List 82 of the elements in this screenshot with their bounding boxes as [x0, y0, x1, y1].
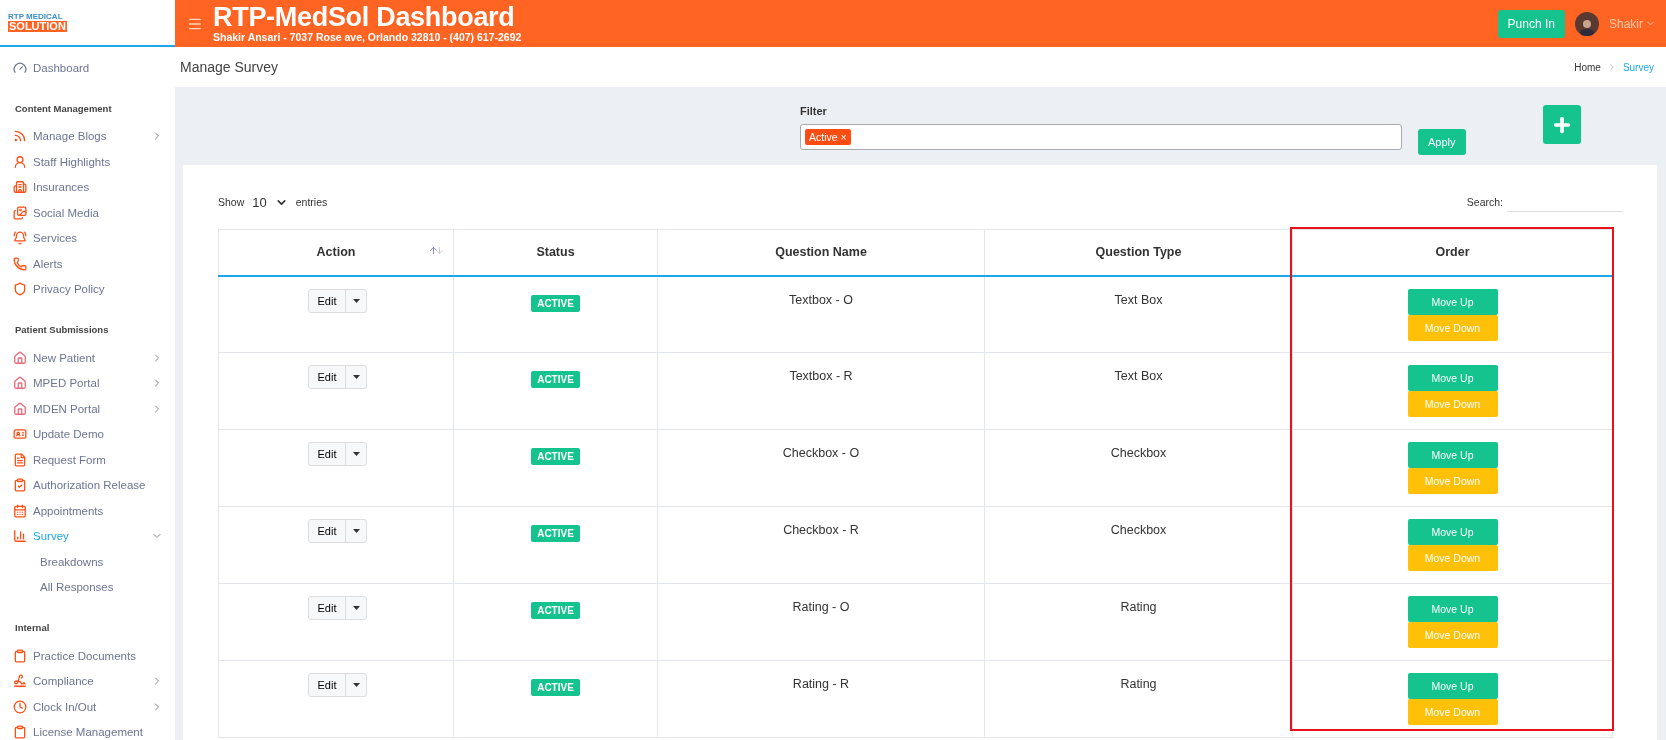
status-badge: ACTIVE — [531, 602, 580, 619]
building-icon — [13, 180, 27, 195]
app-subtitle: Shakir Ansari - 7037 Rose ave, Orlando 32810 - (407) 617-2692 — [213, 31, 523, 43]
table-cell-text: Checkbox - O — [782, 445, 860, 460]
breadcrumb-link[interactable]: Home — [1574, 61, 1601, 73]
submenu-item[interactable]: Breakdowns — [0, 549, 175, 575]
sidebar-item[interactable]: Update Demo — [0, 421, 175, 447]
status-badge: ACTIVE — [531, 525, 580, 542]
sidebar-item[interactable]: Request Form — [0, 447, 175, 473]
clipboard-icon — [13, 648, 27, 663]
sidebar-item[interactable]: Alerts — [0, 251, 175, 277]
table-cell-text: Textbox - R — [789, 368, 853, 383]
table-cell-text: Rating — [1120, 599, 1157, 614]
section-heading: Patient Submissions — [14, 323, 110, 337]
page-title: Manage Survey — [180, 59, 279, 75]
column-header: Question Type — [984, 229, 1293, 276]
sidebar-item[interactable]: Services — [0, 225, 175, 251]
status-badge: ACTIVE — [531, 448, 580, 465]
table-cell-text: Rating - O — [792, 599, 850, 614]
sidebar-item[interactable]: Manage Blogs — [0, 123, 175, 149]
column-header: Order — [1292, 229, 1613, 276]
clock-icon — [13, 699, 27, 714]
submenu-item[interactable]: All Responses — [0, 574, 175, 600]
rss-icon — [13, 129, 27, 144]
id-card-icon — [13, 427, 27, 442]
table-cell-text: Checkbox — [1110, 445, 1167, 460]
table-cell-text: Checkbox — [1110, 522, 1167, 537]
status-badge: ACTIVE — [531, 371, 580, 388]
filter-label: Filter — [800, 105, 828, 117]
house-icon — [13, 401, 27, 416]
column-header: Status — [453, 229, 658, 276]
bell-icon — [13, 231, 27, 246]
avatar[interactable] — [1575, 11, 1599, 36]
gauge-icon — [13, 60, 27, 75]
sidebar-item[interactable]: Privacy Policy — [0, 276, 175, 302]
document-icon — [13, 452, 27, 467]
signature-icon — [13, 674, 27, 689]
section-heading: Internal — [14, 621, 51, 635]
search-label: Search: — [1466, 196, 1503, 208]
sidebar-item[interactable]: Social Media — [0, 200, 175, 226]
sidebar-item[interactable]: Compliance — [0, 668, 175, 694]
sidebar-item[interactable]: Appointments — [0, 498, 175, 524]
status-badge: ACTIVE — [531, 294, 580, 312]
table-cell-text: Textbox - O — [789, 291, 853, 307]
filter-tag[interactable]: Active × — [805, 129, 851, 145]
entries-label: entries — [295, 196, 328, 208]
house-icon — [13, 350, 27, 365]
table-cell-text: Text Box — [1114, 291, 1163, 307]
sidebar-item[interactable]: Dashboard — [0, 55, 175, 81]
sidebar-item[interactable]: Clock In/Out — [0, 694, 175, 720]
sidebar-item[interactable]: MDEN Portal — [0, 396, 175, 422]
section-heading: Content Management — [14, 101, 113, 116]
clipboard-icon — [13, 725, 27, 740]
shield-icon — [13, 282, 27, 297]
status-badge: ACTIVE — [531, 679, 580, 696]
bar-chart-icon — [13, 529, 27, 544]
images-icon — [13, 205, 27, 220]
house-icon — [13, 376, 27, 391]
person-icon — [13, 154, 27, 169]
sidebar-item[interactable]: Staff Highlights — [0, 149, 175, 175]
table-cell-text: Text Box — [1114, 368, 1163, 383]
sidebar-item[interactable]: License Management — [0, 719, 175, 740]
sidebar-item[interactable]: Insurances — [0, 174, 175, 200]
calendar-icon — [13, 503, 27, 518]
clipboard-check-icon — [13, 478, 27, 493]
sidebar-item[interactable]: Authorization Release — [0, 472, 175, 498]
filter-field[interactable]: Active × — [800, 124, 1402, 150]
column-header: Question Name — [657, 229, 985, 276]
table-cell-text: Rating — [1120, 676, 1157, 691]
sidebar-item[interactable]: Survey — [0, 523, 175, 549]
table-cell-text: Rating - R — [792, 676, 850, 691]
phone-icon — [13, 256, 27, 271]
app-title: RTP-MedSol Dashboard — [213, 4, 516, 31]
breadcrumb-link[interactable]: Survey — [1622, 61, 1654, 73]
sort-icon[interactable] — [428, 245, 445, 256]
page-size-select[interactable]: 10 — [250, 194, 290, 210]
sidebar-item[interactable]: New Patient — [0, 345, 175, 371]
column-header[interactable]: Action — [218, 229, 454, 276]
sidebar-item[interactable]: Practice Documents — [0, 643, 175, 669]
show-label: Show — [218, 196, 245, 208]
sidebar-item[interactable]: MPED Portal — [0, 370, 175, 396]
table-cell-text: Checkbox - R — [783, 522, 859, 537]
